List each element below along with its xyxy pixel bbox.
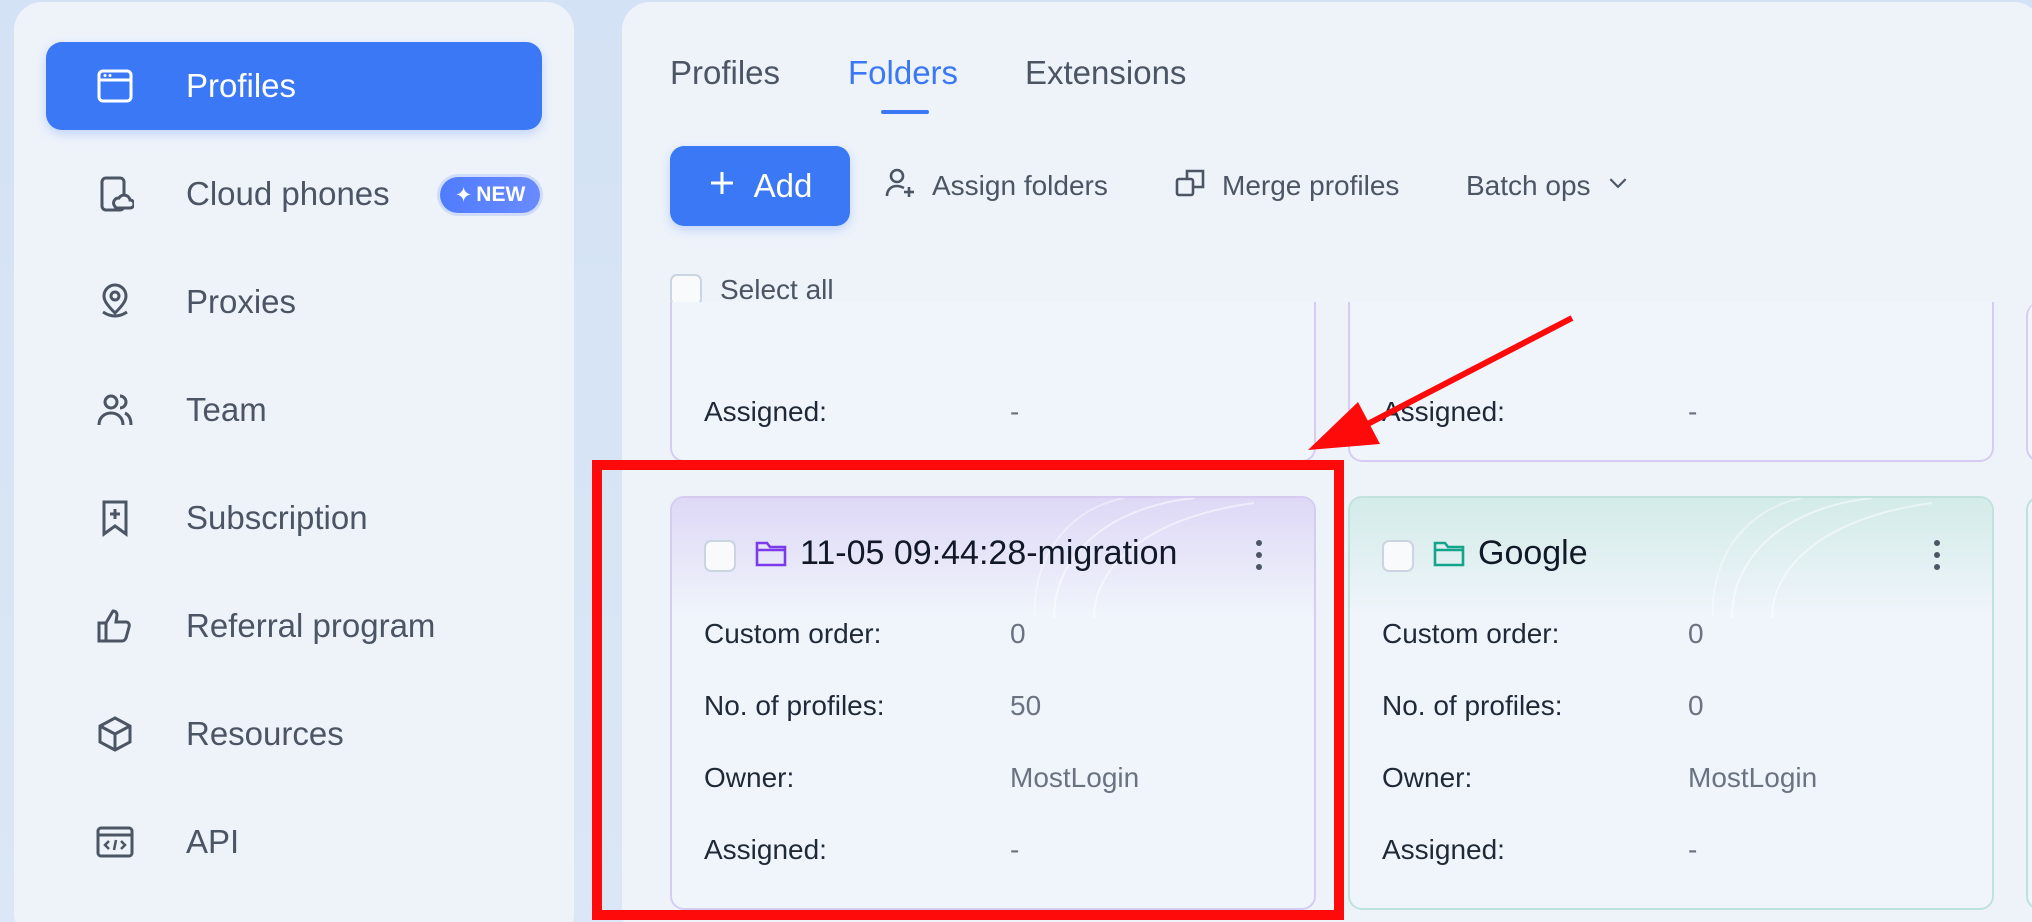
tab-folders[interactable]: Folders [848,54,958,92]
chevron-down-icon [1605,170,1631,203]
folder-card-partial [2026,496,2032,910]
folder-card[interactable]: Google Custom order: 0 No. of profiles: … [1348,496,1994,910]
tab-extensions[interactable]: Extensions [1025,54,1186,92]
location-pin-icon [96,283,134,321]
folder-checkbox[interactable] [704,540,736,572]
cloud-phone-icon [96,175,136,213]
folder-icon [1432,536,1466,575]
card-decoration [1712,498,1933,618]
sparkle-icon: ✦ [454,183,473,207]
add-button[interactable]: Add [670,146,850,226]
sidebar-item-proxies[interactable]: Proxies [46,258,542,346]
cube-icon [96,715,134,753]
merge-icon [1174,166,1208,207]
sidebar-item-resources[interactable]: Resources [46,690,542,778]
thumbs-up-icon [96,607,134,645]
folder-icon [754,536,788,575]
sidebar-item-team[interactable]: Team [46,366,542,454]
code-window-icon [96,823,134,861]
sidebar-item-label: Cloud phones [186,175,390,212]
folder-title: Google [1478,534,1588,572]
batch-ops-dropdown[interactable]: Batch ops [1466,166,1631,206]
folder-card[interactable]: 11-05 09:44:28-migration Custom order: 0… [670,496,1316,910]
team-icon [96,391,134,429]
sidebar-item-profiles[interactable]: Profiles [46,42,542,130]
sidebar-item-label: Resources [186,715,344,752]
sidebar-item-referral[interactable]: Referral program [46,582,542,670]
sidebar-item-subscription[interactable]: Subscription [46,474,542,562]
more-options-icon[interactable] [1932,538,1942,572]
active-tab-indicator [881,110,929,114]
tab-profiles[interactable]: Profiles [670,54,780,92]
folder-card-partial[interactable]: Assigned: - [1348,302,1994,462]
plus-icon [708,167,736,205]
main-panel: Profiles Folders Extensions Add Assign f… [622,2,2032,922]
sidebar-item-label: Proxies [186,283,297,320]
sidebar: Profiles Cloud phones ✦ NEW Proxies Team [14,2,574,922]
folder-title: 11-05 09:44:28-migration [800,534,1178,572]
app-root: Profiles Cloud phones ✦ NEW Proxies Team [0,0,2032,922]
assign-folders-button[interactable]: Assign folders [884,166,1108,206]
bookmark-plus-icon [96,499,134,537]
user-plus-icon [884,166,918,207]
window-icon [96,67,134,105]
sidebar-item-label: Subscription [186,499,368,536]
sidebar-item-cloud-phones[interactable]: Cloud phones ✦ NEW [46,150,542,238]
sidebar-item-label: API [186,823,240,860]
new-badge: ✦ NEW [440,177,540,213]
folder-checkbox[interactable] [1382,540,1414,572]
sidebar-item-label: Profiles [186,67,297,104]
merge-profiles-button[interactable]: Merge profiles [1174,166,1399,206]
folder-card-partial[interactable]: Assigned: - [670,302,1316,462]
sidebar-item-label: Referral program [186,607,436,644]
sidebar-item-api[interactable]: API [46,798,542,886]
sidebar-item-label: Team [186,391,267,428]
more-options-icon[interactable] [1254,538,1264,572]
folder-card-partial [2026,302,2032,462]
